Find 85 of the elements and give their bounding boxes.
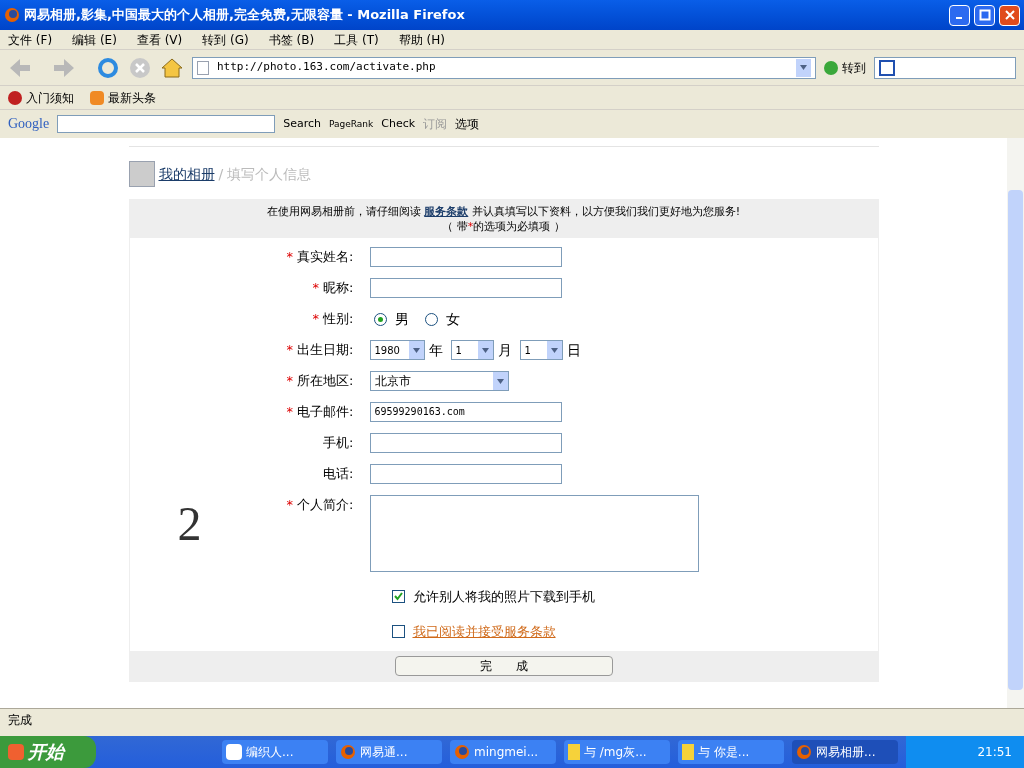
- document-icon: [226, 744, 242, 760]
- field-label: * 电子邮件:: [285, 403, 355, 421]
- date-unit: 年: [428, 341, 443, 360]
- search-button[interactable]: Search: [283, 116, 321, 132]
- status-text: 完成: [8, 711, 32, 728]
- text-field[interactable]: [369, 247, 562, 267]
- required-note: （ 带*的选项为必填项 ）: [442, 219, 565, 234]
- menu-item[interactable]: 工具 (T): [334, 31, 379, 48]
- address-field[interactable]: http://photo.163.com/activate.php: [192, 56, 816, 79]
- taskbar-button[interactable]: 与 你是...: [678, 740, 784, 764]
- browser-icon: [4, 7, 20, 23]
- field-label: * 真实姓名:: [285, 248, 355, 266]
- checkbox[interactable]: [391, 624, 405, 638]
- check-button[interactable]: Check: [381, 116, 416, 132]
- breadcrumb-current: 填写个人信息: [227, 165, 312, 184]
- field-label: * 个人简介:: [285, 496, 355, 514]
- caret-icon[interactable]: [412, 347, 420, 353]
- menu-item[interactable]: 帮助 (H): [398, 31, 445, 48]
- caret-icon[interactable]: [800, 65, 807, 70]
- checkbox[interactable]: [391, 590, 405, 604]
- bookmark-item[interactable]: 入门须知: [8, 89, 74, 106]
- text-field[interactable]: [369, 278, 562, 298]
- taskbar-button[interactable]: mingmei...: [450, 740, 556, 764]
- field-label: 电话:: [322, 465, 355, 483]
- menu-item[interactable]: 编辑 (E): [72, 31, 117, 48]
- caret-icon[interactable]: [550, 347, 558, 353]
- maximize-icon[interactable]: [978, 9, 991, 21]
- field-label: * 出生日期:: [285, 341, 355, 359]
- pagerank-label: PageRank: [329, 118, 374, 130]
- submit-button[interactable]: 完 成: [394, 656, 613, 676]
- field-label: * 所在地区:: [285, 372, 355, 390]
- clock: 21:51: [977, 744, 1012, 760]
- text-area[interactable]: [369, 495, 699, 572]
- taskbar-button[interactable]: 编织人...: [222, 740, 328, 764]
- go-button[interactable]: 转到: [824, 59, 866, 76]
- radio-label: 女: [445, 310, 460, 329]
- scrollbar[interactable]: [1007, 138, 1024, 708]
- options-button[interactable]: 选项: [455, 116, 480, 132]
- date-unit: 月: [497, 341, 512, 360]
- taskbar-button[interactable]: 与 /mg灰...: [564, 740, 670, 764]
- checkbox-label: 允许别人将我的照片下载到手机: [412, 588, 595, 606]
- browser-icon: [454, 744, 470, 760]
- menu-item[interactable]: 查看 (V): [136, 31, 183, 48]
- google-logo[interactable]: Google: [8, 114, 50, 134]
- menu-item[interactable]: 文件 (F): [8, 31, 53, 48]
- minimize-button[interactable]: [949, 4, 970, 26]
- bookmark-item[interactable]: 最新头条: [90, 89, 156, 106]
- radio-button[interactable]: [373, 312, 387, 326]
- dropdown[interactable]: 1980: [369, 340, 425, 360]
- terms-link[interactable]: 我已阅读并接受服务条款: [412, 621, 556, 641]
- menu-item[interactable]: 书签 (B): [268, 31, 315, 48]
- radio-button[interactable]: [424, 312, 438, 326]
- radio-label: 男: [394, 310, 409, 329]
- note-icon: [568, 744, 580, 760]
- dropdown[interactable]: 北京市: [369, 371, 509, 391]
- close-icon[interactable]: [1003, 9, 1016, 21]
- maximize-button[interactable]: [974, 4, 995, 26]
- breadcrumb-link[interactable]: 我的相册: [158, 164, 215, 184]
- text-field[interactable]: [369, 464, 562, 484]
- note-icon: [682, 744, 694, 760]
- handwritten-mark: 2: [177, 496, 202, 552]
- search-field[interactable]: [874, 56, 1016, 79]
- dropdown[interactable]: 1: [519, 340, 563, 360]
- field-label: * 性别:: [311, 310, 355, 328]
- field-label: 手机:: [322, 434, 355, 452]
- browser-icon: [796, 744, 812, 760]
- date-unit: 日: [566, 341, 581, 360]
- field-label: * 昵称:: [311, 279, 355, 297]
- text-field[interactable]: 69599290163.com: [369, 402, 562, 422]
- google-search-field[interactable]: [57, 115, 276, 133]
- dropdown[interactable]: 1: [450, 340, 494, 360]
- start-button[interactable]: 开始: [0, 736, 96, 768]
- close-button[interactable]: [999, 4, 1020, 26]
- text-field[interactable]: [369, 433, 562, 453]
- terms-link[interactable]: 服务条款: [424, 205, 469, 218]
- taskbar-button[interactable]: 网易相册...: [792, 740, 898, 764]
- caret-icon[interactable]: [496, 378, 504, 384]
- reload-icon[interactable]: [96, 55, 120, 80]
- menu-item[interactable]: 转到 (G): [202, 31, 249, 48]
- browser-icon: [340, 744, 356, 760]
- window-title: 网易相册,影集,中国最大的个人相册,完全免费,无限容量 - Mozilla Firefox: [24, 6, 466, 25]
- taskbar-button[interactable]: 网易通...: [336, 740, 442, 764]
- notice-text: 在使用网易相册前，请仔细阅读 服务条款 并认真填写以下资料，以方便我们我们更好地为您服务!: [266, 204, 741, 219]
- caret-icon[interactable]: [481, 347, 489, 353]
- breadcrumb-separator: /: [218, 165, 224, 184]
